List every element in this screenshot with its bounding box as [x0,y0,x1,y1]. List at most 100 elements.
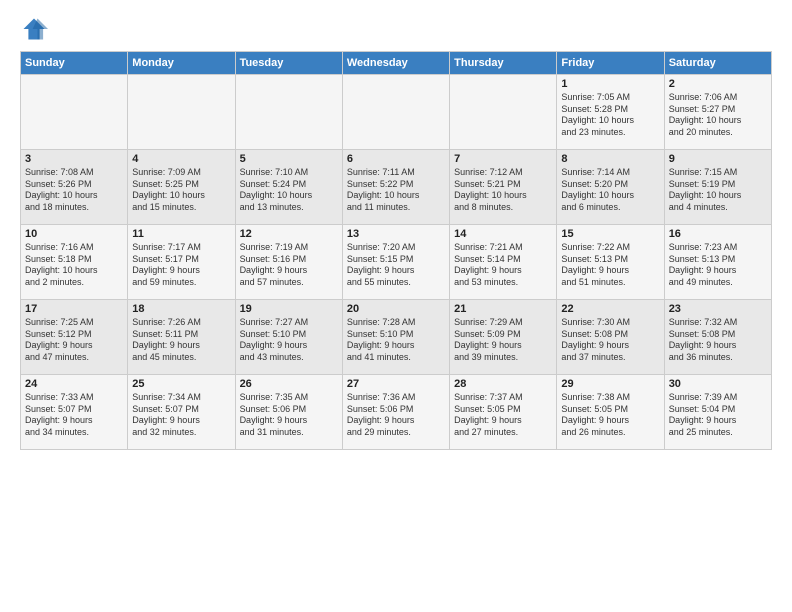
calendar-cell: 9 Sunrise: 7:15 AMSunset: 5:19 PMDaylight… [664,150,771,225]
day-info: Sunrise: 7:14 AMSunset: 5:20 PMDaylight:… [561,167,659,214]
day-number: 12 [240,228,338,240]
day-info: Sunrise: 7:38 AMSunset: 5:05 PMDaylight:… [561,392,659,439]
day-number: 26 [240,378,338,390]
calendar-cell: 26 Sunrise: 7:35 AMSunset: 5:06 PMDayligh… [235,375,342,450]
day-number: 10 [25,228,123,240]
calendar-cell: 24 Sunrise: 7:33 AMSunset: 5:07 PMDayligh… [21,375,128,450]
day-info: Sunrise: 7:37 AMSunset: 5:05 PMDaylight:… [454,392,552,439]
day-number: 4 [132,153,230,165]
day-number: 9 [669,153,767,165]
calendar-cell: 28 Sunrise: 7:37 AMSunset: 5:05 PMDayligh… [450,375,557,450]
calendar-cell: 23 Sunrise: 7:32 AMSunset: 5:08 PMDayligh… [664,300,771,375]
calendar-cell: 13 Sunrise: 7:20 AMSunset: 5:15 PMDayligh… [342,225,449,300]
calendar-cell: 20Sunrise: 7:28 AMSunset: 5:10 PMDayligh… [342,300,449,375]
day-info: Sunrise: 7:33 AMSunset: 5:07 PMDaylight:… [25,392,123,439]
calendar-cell: 29 Sunrise: 7:38 AMSunset: 5:05 PMDayligh… [557,375,664,450]
day-number: 24 [25,378,123,390]
calendar-cell: 22 Sunrise: 7:30 AMSunset: 5:08 PMDayligh… [557,300,664,375]
logo [20,15,52,43]
day-info: Sunrise: 7:19 AMSunset: 5:16 PMDaylight:… [240,242,338,289]
weekday-header-friday: Friday [557,52,664,75]
day-info: Sunrise: 7:11 AMSunset: 5:22 PMDaylight:… [347,167,445,214]
logo-icon [20,15,48,43]
calendar-cell: 5 Sunrise: 7:10 AMSunset: 5:24 PMDaylight… [235,150,342,225]
calendar-cell: 16 Sunrise: 7:23 AMSunset: 5:13 PMDayligh… [664,225,771,300]
day-info: Sunrise: 7:21 AMSunset: 5:14 PMDaylight:… [454,242,552,289]
calendar-cell: 27 Sunrise: 7:36 AMSunset: 5:06 PMDayligh… [342,375,449,450]
day-number: 27 [347,378,445,390]
day-info: Sunrise: 7:08 AMSunset: 5:26 PMDaylight:… [25,167,123,214]
calendar-cell [342,75,449,150]
day-number: 28 [454,378,552,390]
day-number: 7 [454,153,552,165]
day-info: Sunrise: 7:20 AMSunset: 5:15 PMDaylight:… [347,242,445,289]
day-info: Sunrise: 7:34 AMSunset: 5:07 PMDaylight:… [132,392,230,439]
main-container: SundayMondayTuesdayWednesdayThursdayFrid… [0,0,792,460]
calendar-cell: 10 Sunrise: 7:16 AMSunset: 5:18 PMDayligh… [21,225,128,300]
calendar-cell: 14 Sunrise: 7:21 AMSunset: 5:14 PMDayligh… [450,225,557,300]
day-number: 29 [561,378,659,390]
weekday-header-thursday: Thursday [450,52,557,75]
calendar-week-1: 1 Sunrise: 7:05 AMSunset: 5:28 PMDaylight… [21,75,772,150]
calendar-cell [235,75,342,150]
day-number: 1 [561,78,659,90]
day-info: Sunrise: 7:09 AMSunset: 5:25 PMDaylight:… [132,167,230,214]
day-number: 13 [347,228,445,240]
day-number: 11 [132,228,230,240]
calendar-cell: 1 Sunrise: 7:05 AMSunset: 5:28 PMDaylight… [557,75,664,150]
weekday-header-wednesday: Wednesday [342,52,449,75]
day-info: Sunrise: 7:29 AMSunset: 5:09 PMDaylight:… [454,317,552,364]
calendar-cell [450,75,557,150]
day-number: 14 [454,228,552,240]
calendar-cell: 6 Sunrise: 7:11 AMSunset: 5:22 PMDaylight… [342,150,449,225]
day-info: Sunrise: 7:12 AMSunset: 5:21 PMDaylight:… [454,167,552,214]
day-number: 19 [240,303,338,315]
calendar-cell: 3Sunrise: 7:08 AMSunset: 5:26 PMDaylight… [21,150,128,225]
calendar-cell: 8 Sunrise: 7:14 AMSunset: 5:20 PMDaylight… [557,150,664,225]
weekday-header-monday: Monday [128,52,235,75]
day-info: Sunrise: 7:10 AMSunset: 5:24 PMDaylight:… [240,167,338,214]
day-number: 2 [669,78,767,90]
day-info: Sunrise: 7:06 AMSunset: 5:27 PMDaylight:… [669,92,767,139]
calendar-week-5: 24 Sunrise: 7:33 AMSunset: 5:07 PMDayligh… [21,375,772,450]
day-number: 16 [669,228,767,240]
calendar-cell: 21 Sunrise: 7:29 AMSunset: 5:09 PMDayligh… [450,300,557,375]
day-info: Sunrise: 7:27 AMSunset: 5:10 PMDaylight:… [240,317,338,364]
day-info: Sunrise: 7:35 AMSunset: 5:06 PMDaylight:… [240,392,338,439]
calendar-cell: 25 Sunrise: 7:34 AMSunset: 5:07 PMDayligh… [128,375,235,450]
day-number: 30 [669,378,767,390]
calendar-cell [21,75,128,150]
day-number: 5 [240,153,338,165]
day-number: 25 [132,378,230,390]
calendar-cell: 18 Sunrise: 7:26 AMSunset: 5:11 PMDayligh… [128,300,235,375]
calendar-week-4: 17Sunrise: 7:25 AMSunset: 5:12 PMDayligh… [21,300,772,375]
day-info: Sunrise: 7:32 AMSunset: 5:08 PMDaylight:… [669,317,767,364]
weekday-header-tuesday: Tuesday [235,52,342,75]
calendar-cell: 19 Sunrise: 7:27 AMSunset: 5:10 PMDayligh… [235,300,342,375]
day-info: Sunrise: 7:22 AMSunset: 5:13 PMDaylight:… [561,242,659,289]
day-info: Sunrise: 7:26 AMSunset: 5:11 PMDaylight:… [132,317,230,364]
day-number: 6 [347,153,445,165]
calendar-cell [128,75,235,150]
day-info: Sunrise: 7:16 AMSunset: 5:18 PMDaylight:… [25,242,123,289]
day-number: 22 [561,303,659,315]
calendar-header-row: SundayMondayTuesdayWednesdayThursdayFrid… [21,52,772,75]
calendar-cell: 4 Sunrise: 7:09 AMSunset: 5:25 PMDaylight… [128,150,235,225]
day-number: 21 [454,303,552,315]
calendar-week-2: 3Sunrise: 7:08 AMSunset: 5:26 PMDaylight… [21,150,772,225]
day-number: 18 [132,303,230,315]
day-info: Sunrise: 7:36 AMSunset: 5:06 PMDaylight:… [347,392,445,439]
day-info: Sunrise: 7:05 AMSunset: 5:28 PMDaylight:… [561,92,659,139]
day-number: 15 [561,228,659,240]
day-info: Sunrise: 7:23 AMSunset: 5:13 PMDaylight:… [669,242,767,289]
calendar-cell: 30Sunrise: 7:39 AMSunset: 5:04 PMDayligh… [664,375,771,450]
day-info: Sunrise: 7:30 AMSunset: 5:08 PMDaylight:… [561,317,659,364]
calendar-cell: 7 Sunrise: 7:12 AMSunset: 5:21 PMDaylight… [450,150,557,225]
calendar-cell: 15 Sunrise: 7:22 AMSunset: 5:13 PMDayligh… [557,225,664,300]
calendar-table: SundayMondayTuesdayWednesdayThursdayFrid… [20,51,772,450]
day-info: Sunrise: 7:25 AMSunset: 5:12 PMDaylight:… [25,317,123,364]
calendar-week-3: 10 Sunrise: 7:16 AMSunset: 5:18 PMDayligh… [21,225,772,300]
day-info: Sunrise: 7:15 AMSunset: 5:19 PMDaylight:… [669,167,767,214]
day-number: 23 [669,303,767,315]
day-number: 8 [561,153,659,165]
